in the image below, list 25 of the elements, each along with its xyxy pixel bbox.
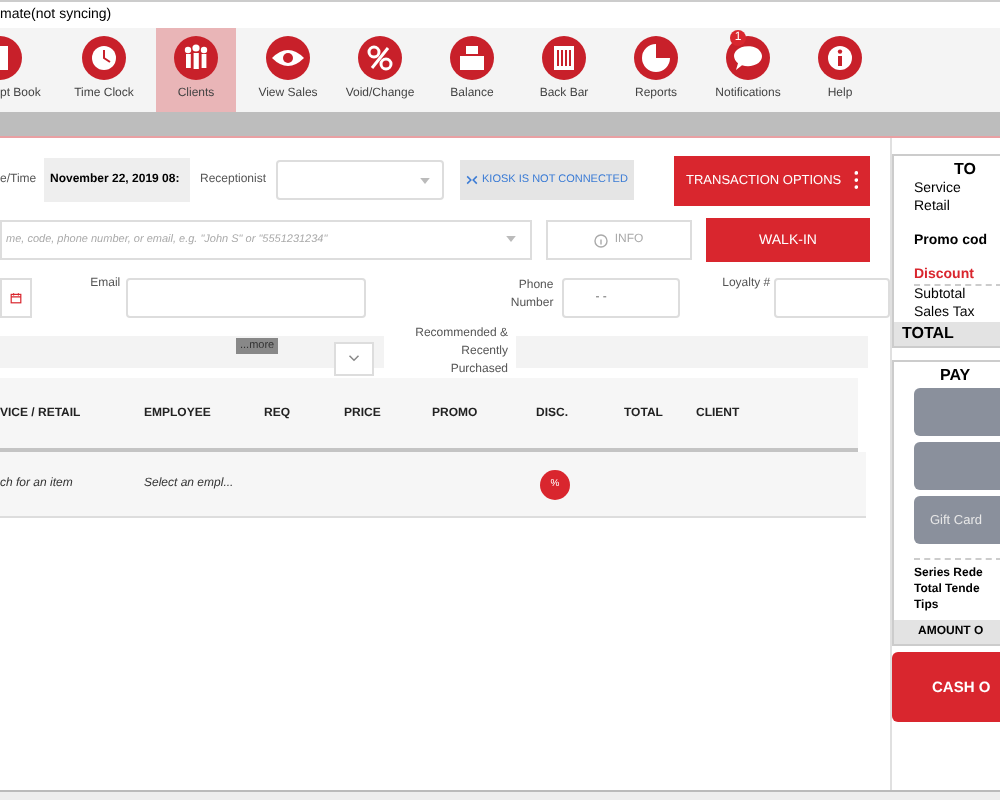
chat-icon (724, 34, 772, 82)
register-icon (448, 34, 496, 82)
expand-button[interactable] (334, 341, 374, 375)
info-icon (594, 233, 609, 247)
loyalty-field[interactable] (773, 278, 890, 318)
total-label: TOTAL (894, 322, 1000, 346)
caret-icon (506, 236, 516, 242)
pie-icon (632, 34, 680, 82)
totals-title: TO (952, 160, 978, 178)
receptionist-dropdown[interactable] (276, 160, 444, 200)
payment-title: PAY (938, 366, 973, 384)
caret-icon (420, 177, 430, 183)
clock-icon (80, 34, 128, 82)
payment-method-button[interactable] (914, 388, 1000, 436)
more-icon (853, 168, 858, 192)
people-icon (172, 34, 220, 82)
calendar-button[interactable] (0, 278, 33, 318)
chevron-down-icon (348, 354, 360, 362)
percent-icon (356, 34, 404, 82)
eye-icon (264, 34, 312, 82)
payment-method-button[interactable] (914, 442, 1000, 490)
info-icon (816, 34, 864, 82)
barcode-icon (540, 34, 588, 82)
calendar-icon (10, 292, 23, 304)
email-field[interactable] (125, 278, 366, 318)
